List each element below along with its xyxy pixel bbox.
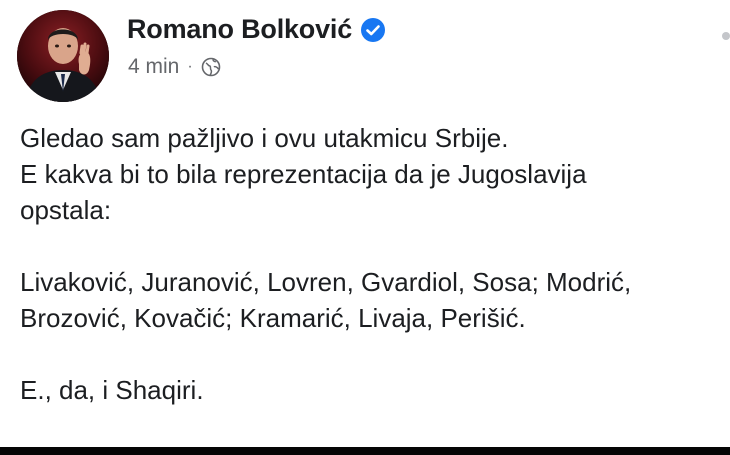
- author-avatar[interactable]: [17, 10, 109, 102]
- meta-separator: ·: [187, 58, 193, 75]
- more-options-icon[interactable]: [722, 32, 730, 40]
- post-line: Brozović, Kovačić; Kramarić, Livaja, Per…: [20, 303, 526, 333]
- facebook-post: Romano Bolković 4 min · Gledao sam pažlj…: [0, 0, 730, 455]
- verified-badge-icon: [360, 17, 386, 43]
- avatar-image: [17, 10, 109, 102]
- post-line: E., da, i Shaqiri.: [20, 375, 204, 405]
- post-line: Gledao sam pažljivo i ovu utakmicu Srbij…: [20, 123, 509, 153]
- post-line: Livaković, Juranović, Lovren, Gvardiol, …: [20, 267, 632, 297]
- author-row: Romano Bolković: [127, 14, 386, 45]
- post-line: opstala:: [20, 195, 112, 225]
- post-text: Gledao sam pažljivo i ovu utakmicu Srbij…: [20, 120, 730, 408]
- bottom-edge: [0, 447, 730, 455]
- globe-icon[interactable]: [201, 57, 221, 77]
- post-timestamp[interactable]: 4 min: [128, 55, 179, 79]
- post-line: E kakva bi to bila reprezentacija da je …: [20, 159, 587, 189]
- post-meta: 4 min ·: [128, 55, 221, 79]
- author-name[interactable]: Romano Bolković: [127, 14, 352, 45]
